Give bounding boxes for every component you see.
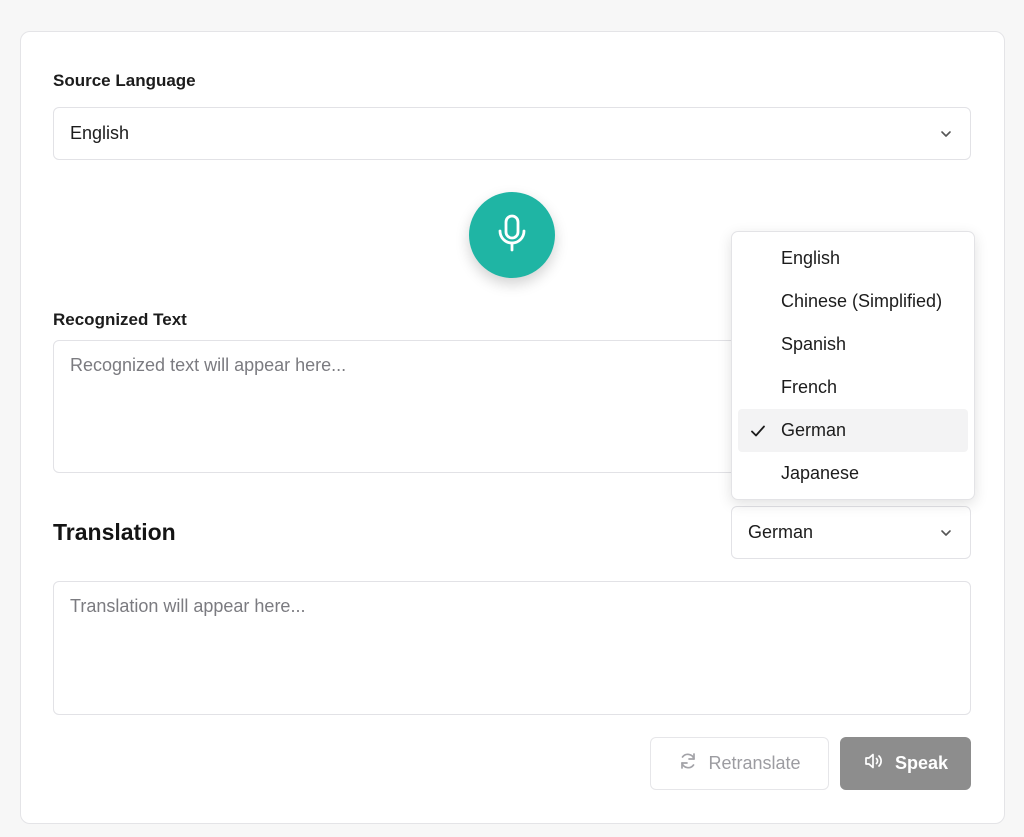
dropdown-option-french[interactable]: French: [738, 366, 968, 409]
retranslate-label: Retranslate: [708, 753, 801, 773]
option-label: Chinese (Simplified): [781, 291, 943, 311]
microphone-button[interactable]: [469, 192, 555, 278]
translation-title: Translation: [53, 519, 176, 545]
option-label: English: [781, 248, 841, 268]
option-label: French: [781, 377, 838, 397]
retranslate-button[interactable]: Retranslate: [650, 737, 829, 790]
refresh-icon: [678, 751, 698, 776]
recognized-text-label: Recognized Text: [53, 310, 187, 329]
dropdown-option-japanese[interactable]: Japanese: [738, 452, 968, 495]
chevron-down-icon: [938, 525, 954, 541]
option-label: Japanese: [781, 463, 860, 483]
speak-button[interactable]: Speak: [840, 737, 971, 790]
dropdown-option-english[interactable]: English: [738, 237, 968, 280]
microphone-icon: [495, 213, 529, 258]
option-label: Spanish: [781, 334, 847, 354]
translation-text-area[interactable]: Translation will appear here...: [53, 581, 971, 715]
dropdown-option-spanish[interactable]: Spanish: [738, 323, 968, 366]
check-icon: [749, 422, 767, 440]
speak-label: Speak: [894, 753, 949, 773]
dropdown-option-chinese-simplified[interactable]: Chinese (Simplified): [738, 280, 968, 323]
chevron-down-icon: [938, 126, 954, 142]
target-language-select[interactable]: German: [731, 506, 971, 559]
target-language-value: German: [748, 522, 814, 542]
speaker-icon: [863, 751, 885, 776]
source-language-value: English: [70, 123, 130, 143]
dropdown-option-german[interactable]: German: [738, 409, 968, 452]
source-language-label: Source Language: [53, 71, 196, 90]
target-language-dropdown: English Chinese (Simplified) Spanish Fre…: [731, 231, 975, 500]
option-label: German: [781, 420, 847, 440]
translation-placeholder: Translation will appear here...: [70, 596, 306, 616]
recognized-text-placeholder: Recognized text will appear here...: [70, 355, 347, 375]
source-language-select[interactable]: English: [53, 107, 971, 160]
